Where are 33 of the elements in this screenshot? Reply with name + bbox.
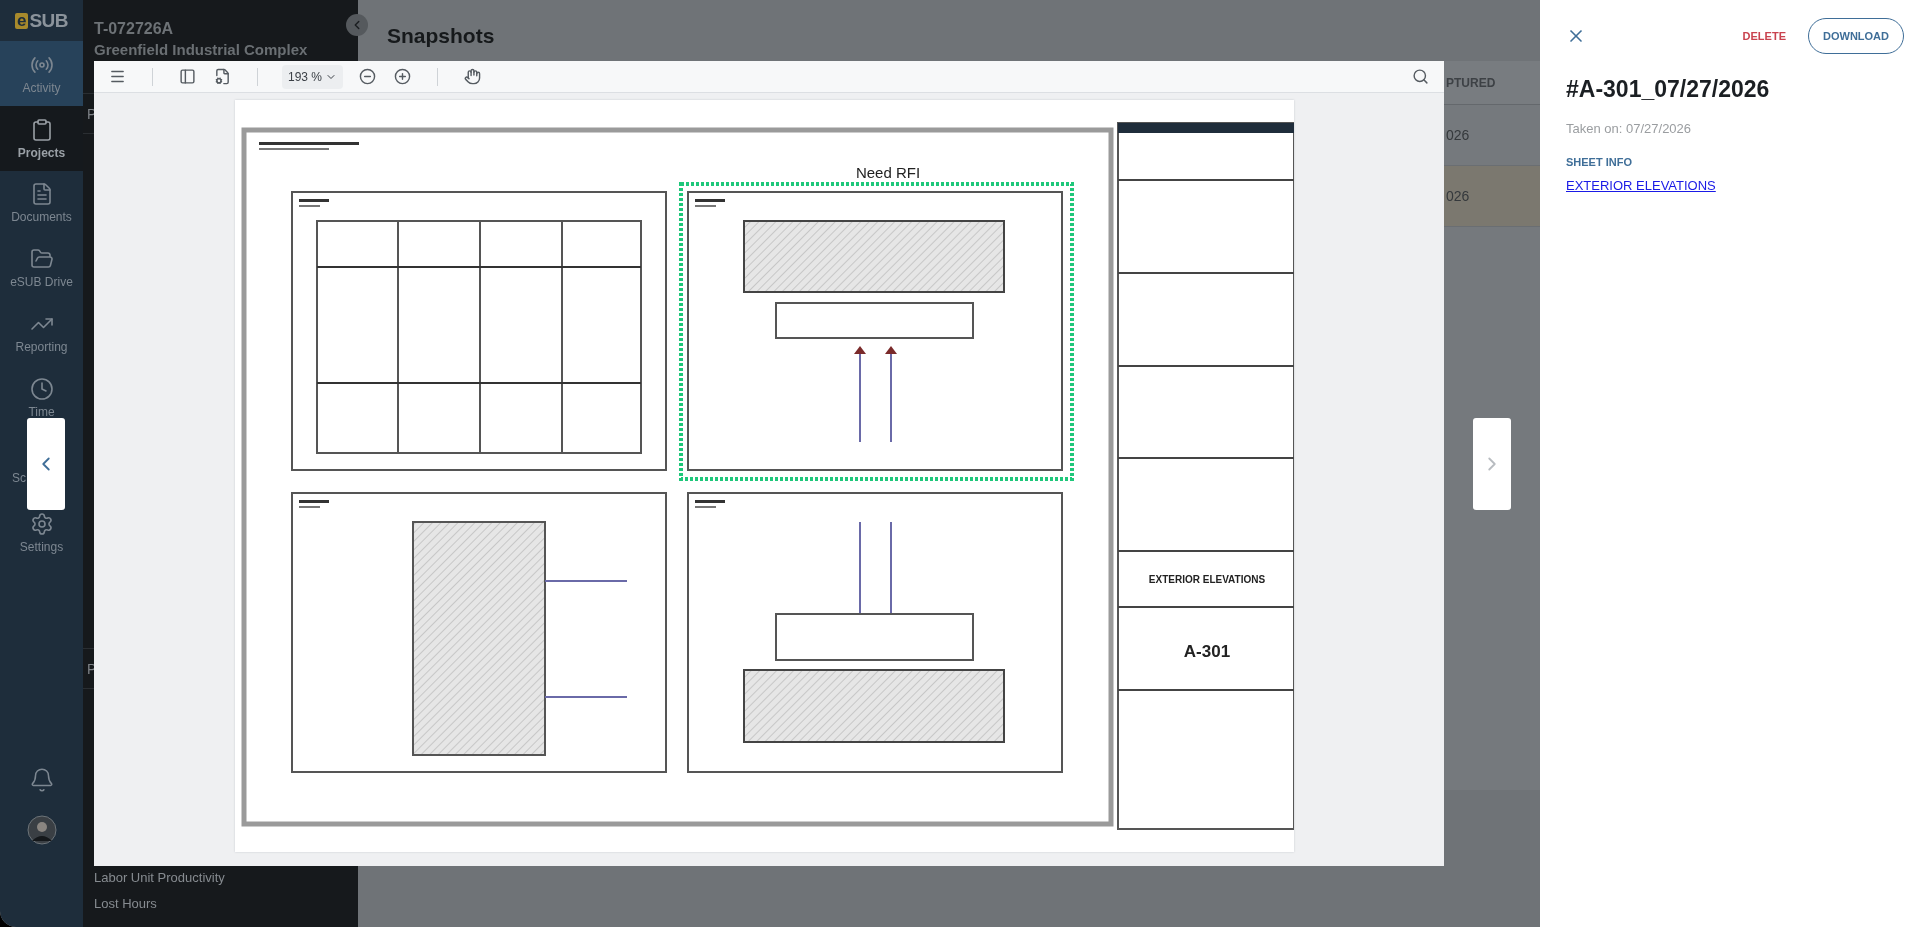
sheet-number: A-301	[1183, 642, 1231, 661]
delete-button[interactable]: DELETE	[1742, 30, 1786, 42]
column-header[interactable]: PTURED	[1444, 61, 1540, 104]
sheet-title: EXTERIOR ELEVATIONS	[1148, 574, 1266, 585]
nav-item[interactable]: Time	[0, 377, 83, 419]
sidebar-toggle-button[interactable]	[177, 66, 198, 87]
nav-item[interactable]: Activity	[0, 41, 83, 106]
project-name: Greenfield Industrial Complex	[94, 41, 309, 58]
download-button[interactable]: DOWNLOAD	[1808, 18, 1904, 54]
sheet-link[interactable]: EXTERIOR ELEVATIONS	[1566, 178, 1716, 193]
nav-item[interactable]: Projects	[0, 106, 83, 171]
folder-icon	[29, 247, 54, 271]
table-cell-text: 026	[1445, 187, 1471, 206]
annotation-text: Need RFI	[855, 164, 921, 181]
snapshot-title: #A-301_07/27/2026	[1566, 76, 1771, 103]
logo: e SUB	[13, 8, 70, 33]
nav-item[interactable]: Sc	[0, 471, 26, 485]
nav-item[interactable]: Settings	[0, 512, 83, 554]
table-cell-text: 026	[1445, 126, 1471, 145]
sidebar-link[interactable]: Labor Unit Productivity	[94, 867, 225, 887]
section-label: SHEET INFO	[1566, 156, 1633, 168]
nav-item[interactable]: Documents	[0, 182, 83, 224]
collapse-button[interactable]	[346, 14, 368, 36]
nav-item[interactable]: Reporting	[0, 312, 83, 354]
page-title: Snapshots	[386, 23, 496, 49]
taken-date: Taken on: 07/27/2026	[1566, 121, 1693, 136]
zoom-select[interactable]: 193 %	[282, 64, 344, 89]
sidebar-link[interactable]: Lost Hours	[94, 893, 157, 913]
project-code: T-072726A	[94, 20, 175, 38]
settings-icon	[29, 512, 54, 536]
avatar[interactable]	[26, 815, 57, 845]
clock-icon	[29, 377, 54, 401]
nav-item[interactable]: eSUB Drive	[0, 247, 83, 289]
